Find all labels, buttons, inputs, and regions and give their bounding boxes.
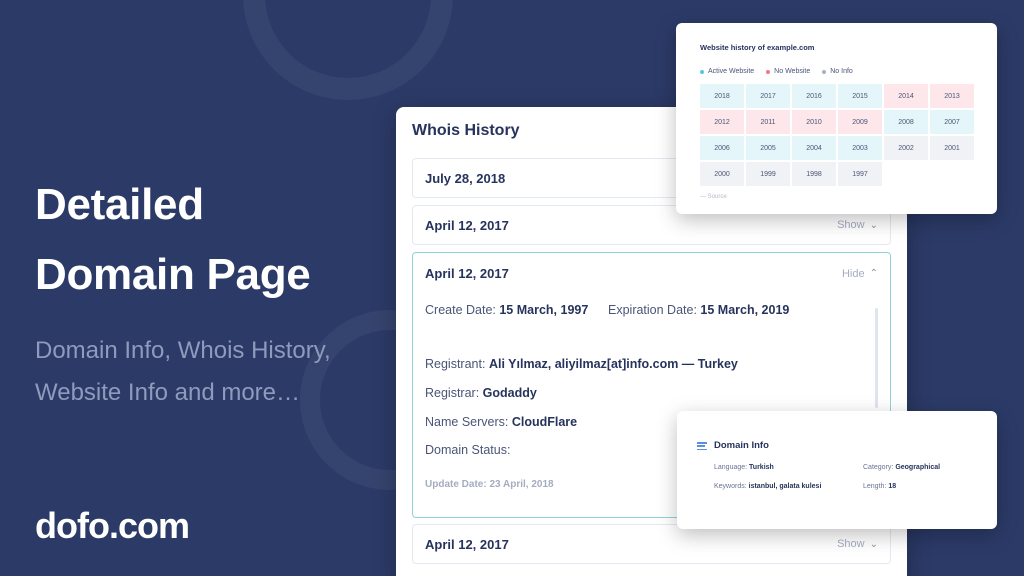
year-cell[interactable]: 2008 (884, 110, 928, 134)
history-title: Website history of example.com (700, 43, 815, 52)
legend-item: No Website (766, 68, 810, 75)
length-label: Length: (863, 483, 887, 490)
year-cell[interactable]: 2014 (884, 84, 928, 108)
year-cell[interactable]: 1997 (838, 162, 882, 186)
language-label: Language: (714, 464, 748, 471)
name-servers-label: Name Servers: (425, 415, 509, 429)
show-toggle[interactable]: Show ⌄ (837, 538, 878, 550)
year-cell[interactable]: 2015 (838, 84, 882, 108)
year-grid: 2018 2017 2016 2015 2014 2013 2012 2011 2010 2009… (700, 84, 974, 186)
legend-dot-nowebsite (766, 69, 771, 74)
year-cell[interactable]: 2012 (700, 110, 744, 134)
legend-dot-noinfo (822, 69, 827, 74)
hero-title-line: Domain Page (35, 250, 311, 299)
year-cell[interactable]: 2005 (746, 136, 790, 160)
name-servers-value: CloudFlare (511, 415, 578, 429)
legend-dot-active (700, 69, 704, 74)
language-field: Language: Turkish (714, 464, 774, 471)
whois-title: Whois History (412, 122, 520, 139)
keywords-value: istanbul, galata kulesi (748, 483, 822, 490)
chevron-down-icon: ⌄ (869, 538, 878, 550)
legend-item: Active Website (700, 68, 754, 75)
year-cell[interactable]: 2018 (700, 84, 744, 108)
whois-row-date: April 12, 2017 (425, 536, 509, 552)
history-legend: Active Website No Website No Info (700, 68, 853, 75)
registrar-value: Godaddy (482, 386, 537, 400)
year-cell[interactable]: 2007 (930, 110, 974, 134)
category-field: Category: Geographical (863, 464, 940, 471)
registrar-label: Registrar: (425, 386, 480, 400)
legend-label: Active Website (708, 68, 755, 75)
registrar: Registrar: Godaddy (425, 386, 537, 400)
brand-logo: dofo.com (35, 505, 190, 546)
create-date: Create Date: 15 March, 1997 (425, 303, 588, 317)
create-date-value: 15 March, 1997 (499, 303, 589, 317)
chevron-up-icon: ⌃ (869, 268, 878, 279)
toggle-label: Hide (841, 267, 865, 280)
scrollbar[interactable] (875, 308, 878, 408)
expiration-date-value: 15 March, 2019 (700, 303, 790, 317)
year-cell[interactable]: 1998 (792, 162, 836, 186)
whois-row-date: April 12, 2017 (425, 266, 509, 281)
hero-subtitle: Domain Info, Whois History, Website Info… (35, 330, 331, 414)
hero-subtitle-line: Domain Info, Whois History, (35, 337, 331, 364)
whois-row-date: April 12, 2017 (425, 217, 509, 233)
show-toggle[interactable]: Show ⌄ (837, 219, 878, 231)
length-value: 18 (888, 483, 897, 490)
expiration-date: Expiration Date: 15 March, 2019 (608, 303, 789, 317)
year-cell[interactable]: 2017 (746, 84, 790, 108)
language-value: Turkish (749, 464, 774, 471)
year-cell[interactable]: 2003 (838, 136, 882, 160)
create-date-label: Create Date: (425, 303, 496, 317)
domain-status: Domain Status: (425, 443, 510, 457)
year-cell[interactable]: 2016 (792, 84, 836, 108)
list-icon (697, 442, 707, 451)
domain-status-label: Domain Status: (425, 443, 511, 457)
keywords-label: Keywords: (714, 483, 747, 490)
expiration-date-label: Expiration Date: (608, 303, 697, 317)
update-date: Update Date: 23 April, 2018 (425, 479, 554, 490)
website-history-card: Website history of example.com Active We… (676, 23, 997, 214)
toggle-label: Show (837, 538, 865, 550)
category-label: Category: (863, 464, 894, 471)
year-cell[interactable]: 2010 (792, 110, 836, 134)
domain-info-card: Domain Info Language: Turkish Keywords: … (677, 411, 997, 529)
year-cell[interactable]: 2006 (700, 136, 744, 160)
length-field: Length: 18 (863, 483, 896, 490)
decorative-ring (243, 0, 453, 100)
year-cell[interactable]: 2004 (792, 136, 836, 160)
toggle-label: Show (837, 219, 865, 231)
category-value: Geographical (895, 464, 941, 471)
year-cell[interactable]: 2000 (700, 162, 744, 186)
keywords-field: Keywords: istanbul, galata kulesi (714, 483, 821, 490)
year-cell[interactable]: 1999 (746, 162, 790, 186)
registrant-value: Ali Yılmaz, aliyilmaz[at]info.com — Turk… (488, 357, 738, 371)
name-servers: Name Servers: CloudFlare (425, 415, 577, 429)
hide-toggle[interactable]: Hide ⌃ (842, 268, 878, 280)
domain-info-title: Domain Info (714, 440, 769, 451)
chevron-down-icon: ⌄ (869, 219, 878, 231)
year-cell[interactable]: 2011 (746, 110, 790, 134)
hero-title-line: Detailed (35, 180, 204, 229)
year-cell[interactable]: 2001 (930, 136, 974, 160)
whois-row-date: July 28, 2018 (425, 170, 506, 186)
year-cell[interactable]: 2009 (838, 110, 882, 134)
legend-label: No Website (774, 68, 811, 75)
year-cell[interactable]: 2013 (930, 84, 974, 108)
hero-title: Detailed Domain Page (35, 170, 311, 310)
legend-label: No Info (830, 68, 853, 75)
history-source: — Source (700, 194, 727, 200)
legend-item: No Info (822, 68, 853, 75)
whois-row[interactable]: April 12, 2017 Show ⌄ (412, 524, 891, 564)
registrant-label: Registrant: (425, 357, 486, 371)
year-cell[interactable]: 2002 (884, 136, 928, 160)
registrant: Registrant: Ali Yılmaz, aliyilmaz[at]inf… (425, 357, 738, 371)
hero-subtitle-line: Website Info and more… (35, 379, 301, 406)
